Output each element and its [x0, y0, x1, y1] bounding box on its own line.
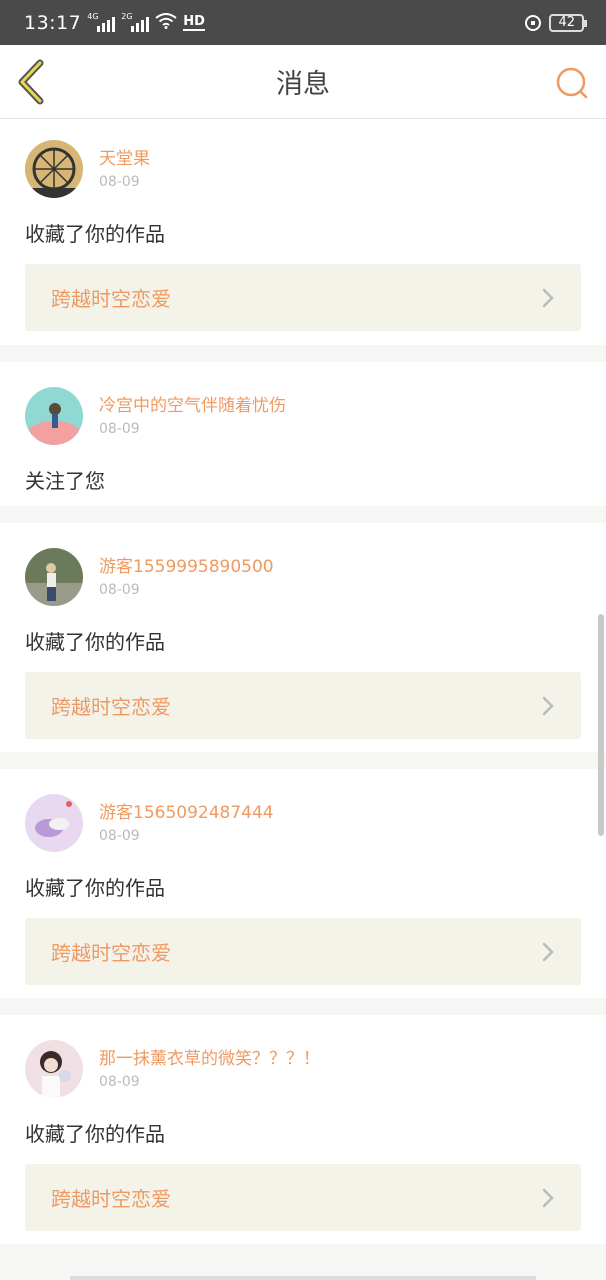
- avatar[interactable]: [25, 794, 83, 852]
- message-action: 关注了您: [25, 469, 105, 493]
- message-list: 天堂果 08-09 收藏了你的作品 跨越时空恋爱 冷宫中的空气伴随着忧伤 08-…: [0, 119, 606, 1244]
- list-item: 那一抹薰衣草的微笑？？？！ 08-09 收藏了你的作品 跨越时空恋爱: [0, 1015, 606, 1244]
- battery-indicator: 42: [549, 13, 587, 32]
- avatar[interactable]: [25, 387, 83, 445]
- wifi-icon: [155, 12, 177, 33]
- work-link[interactable]: 跨越时空恋爱: [25, 918, 581, 985]
- work-title: 跨越时空恋爱: [51, 287, 171, 311]
- list-item: 天堂果 08-09 收藏了你的作品 跨越时空恋爱: [0, 119, 606, 345]
- message-date: 08-09: [99, 421, 140, 437]
- back-button[interactable]: [14, 59, 50, 105]
- avatar[interactable]: [25, 548, 83, 606]
- message-action: 收藏了你的作品: [25, 222, 165, 246]
- work-title: 跨越时空恋爱: [51, 941, 171, 965]
- message-date: 08-09: [99, 1074, 140, 1090]
- list-item: 游客1565092487444 08-09 收藏了你的作品 跨越时空恋爱: [0, 769, 606, 998]
- chevron-left-icon: [18, 59, 44, 105]
- page-title: 消息: [276, 69, 330, 100]
- hd-indicator: HD: [183, 13, 205, 31]
- username[interactable]: 游客1565092487444: [99, 803, 274, 823]
- status-bar: 13:17 4G 2G HD 42: [0, 0, 606, 45]
- message-action: 收藏了你的作品: [25, 630, 165, 654]
- list-item: 冷宫中的空气伴随着忧伤 08-09 关注了您: [0, 362, 606, 506]
- message-date: 08-09: [99, 582, 140, 598]
- chevron-right-icon: [542, 1188, 554, 1207]
- username[interactable]: 天堂果: [99, 149, 150, 169]
- message-action: 收藏了你的作品: [25, 876, 165, 900]
- avatar[interactable]: [25, 140, 83, 198]
- work-link[interactable]: 跨越时空恋爱: [25, 264, 581, 331]
- status-right: 42: [525, 13, 587, 32]
- header: 消息: [0, 45, 606, 119]
- scrollbar[interactable]: [598, 614, 604, 836]
- chevron-right-icon: [542, 696, 554, 715]
- username[interactable]: 游客1559995890500: [99, 557, 274, 577]
- message-action: 收藏了你的作品: [25, 1122, 165, 1146]
- work-link[interactable]: 跨越时空恋爱: [25, 1164, 581, 1231]
- username[interactable]: 那一抹薰衣草的微笑？？？！: [99, 1049, 320, 1069]
- chevron-right-icon: [542, 288, 554, 307]
- signal-icon-1: 4G: [87, 11, 116, 32]
- work-link[interactable]: 跨越时空恋爱: [25, 672, 581, 739]
- status-left: 13:17 4G 2G HD: [24, 12, 205, 34]
- bottom-divider: [70, 1276, 536, 1280]
- message-date: 08-09: [99, 828, 140, 844]
- list-item: 游客1559995890500 08-09 收藏了你的作品 跨越时空恋爱: [0, 523, 606, 752]
- network-type-1: 4G: [87, 11, 99, 21]
- search-button[interactable]: [552, 63, 592, 103]
- network-type-2: 2G: [121, 11, 133, 21]
- search-icon: [556, 67, 588, 99]
- rotation-lock-icon: [525, 14, 542, 31]
- username[interactable]: 冷宫中的空气伴随着忧伤: [99, 396, 286, 416]
- signal-icon-2: 2G: [121, 11, 150, 32]
- work-title: 跨越时空恋爱: [51, 1187, 171, 1211]
- chevron-right-icon: [542, 942, 554, 961]
- message-date: 08-09: [99, 174, 140, 190]
- work-title: 跨越时空恋爱: [51, 695, 171, 719]
- avatar[interactable]: [25, 1040, 83, 1098]
- status-time: 13:17: [24, 11, 82, 34]
